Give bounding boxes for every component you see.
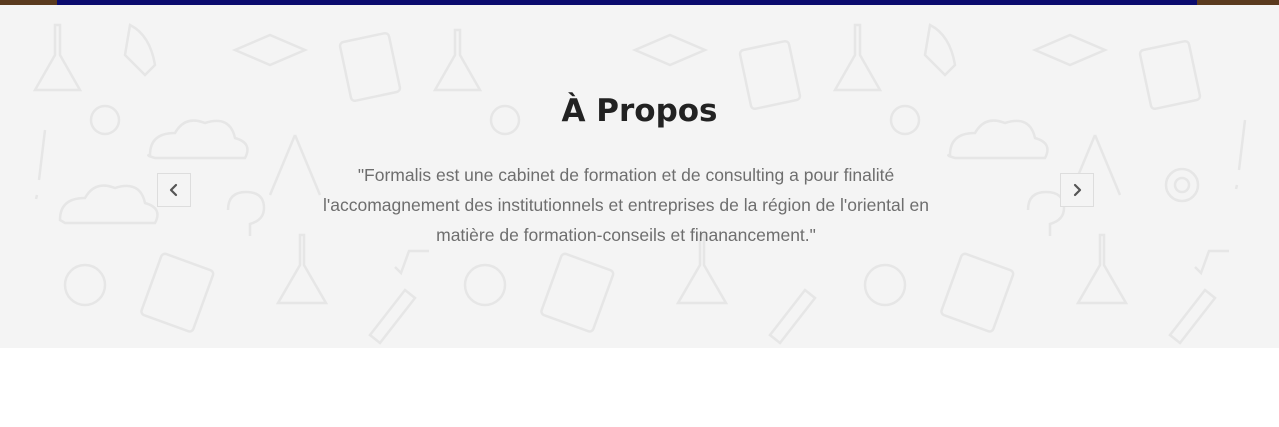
carousel-prev-button[interactable]: [157, 173, 191, 207]
section-title: À Propos: [561, 93, 718, 129]
about-section: À Propos "Formalis est une cabinet de fo…: [0, 5, 1279, 348]
chevron-left-icon: [169, 183, 178, 197]
carousel-next-button[interactable]: [1060, 173, 1094, 207]
about-quote: "Formalis est une cabinet de formation e…: [323, 165, 929, 245]
chevron-right-icon: [1073, 183, 1082, 197]
